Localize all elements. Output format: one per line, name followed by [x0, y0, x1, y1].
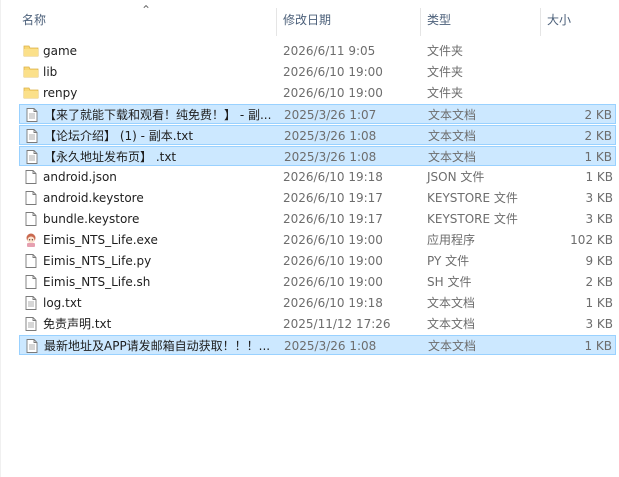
file-type: 文件夹 — [427, 44, 464, 58]
file-size: 1 KB — [585, 170, 613, 184]
file-modified-date: 2025/11/12 17:26 — [283, 317, 391, 331]
file-name: bundle.keystore — [43, 212, 140, 226]
file-modified-date: 2026/6/11 9:05 — [283, 44, 376, 58]
file-row[interactable]: android.keystore 2026/6/10 19:17 KEYSTORE … — [19, 188, 616, 208]
file-size: 3 KB — [585, 191, 613, 205]
folder-icon — [23, 64, 39, 80]
file-type: SH 文件 — [427, 275, 472, 289]
file-name: android.keystore — [43, 191, 144, 205]
file-name: 【永久地址发布页】 .txt — [44, 150, 177, 164]
file-modified-date: 2026/6/10 19:00 — [283, 275, 383, 289]
file-type: 文件夹 — [427, 65, 464, 79]
column-divider[interactable] — [276, 8, 277, 36]
text-file-icon — [23, 295, 39, 311]
file-row[interactable]: bundle.keystore 2026/6/10 19:17 KEYSTORE 文… — [19, 209, 616, 229]
folder-icon — [23, 43, 39, 59]
file-size: 1 KB — [584, 339, 612, 353]
file-name: Eimis_NTS_Life.sh — [43, 275, 151, 289]
text-file-icon — [24, 149, 40, 165]
column-header-type[interactable]: 类型 — [424, 0, 540, 38]
file-row[interactable]: 【来了就能下载和观看！纯免费！】 - 副... 2025/3/26 1:07 文本文… — [19, 104, 616, 124]
file-modified-date: 2026/6/10 19:17 — [283, 191, 383, 205]
file-modified-date: 2026/6/10 19:00 — [283, 233, 383, 247]
file-type: 文本文档 — [427, 317, 476, 331]
file-row[interactable]: lib 2026/6/10 19:00 文件夹 — [19, 62, 616, 82]
file-size: 1 KB — [584, 150, 612, 164]
column-header-name[interactable]: 名称 — [19, 0, 276, 38]
pane-left-border — [0, 0, 1, 477]
file-name: 【论坛介绍】 (1) - 副本.txt — [44, 129, 194, 143]
file-name: log.txt — [43, 296, 82, 310]
file-size: 2 KB — [585, 275, 613, 289]
column-header-size[interactable]: 大小 — [544, 0, 619, 38]
column-divider[interactable] — [540, 8, 541, 36]
file-type: 文本文档 — [428, 150, 477, 164]
file-size: 9 KB — [585, 254, 613, 268]
file-row[interactable]: game 2026/6/11 9:05 文件夹 — [19, 41, 616, 61]
file-size: 1 KB — [585, 296, 613, 310]
file-row[interactable]: 最新地址及APP请发邮箱自动获取！！！... 2025/3/26 1:08 文本文档… — [19, 335, 616, 355]
file-name: 免责声明.txt — [43, 317, 112, 331]
file-name: Eimis_NTS_Life.py — [43, 254, 152, 268]
text-file-icon — [23, 316, 39, 332]
text-file-icon — [24, 338, 40, 354]
file-type: 文本文档 — [428, 108, 477, 122]
file-modified-date: 2026/6/10 19:00 — [283, 254, 383, 268]
file-type: 文本文档 — [427, 296, 476, 310]
file-name: 【来了就能下载和观看！纯免费！】 - 副... — [44, 108, 272, 122]
file-type: JSON 文件 — [427, 170, 485, 184]
file-modified-date: 2026/6/10 19:00 — [283, 86, 383, 100]
file-icon — [23, 274, 39, 290]
file-size: 2 KB — [584, 108, 612, 122]
file-row[interactable]: 【永久地址发布页】 .txt 2025/3/26 1:08 文本文档 1 KB — [19, 146, 616, 166]
file-row[interactable]: 免责声明.txt 2025/11/12 17:26 文本文档 3 KB — [19, 314, 616, 334]
file-row[interactable]: android.json 2026/6/10 19:18 JSON 文件 1 KB — [19, 167, 616, 187]
file-type: KEYSTORE 文件 — [427, 191, 518, 205]
file-icon — [23, 253, 39, 269]
file-modified-date: 2025/3/26 1:07 — [284, 108, 377, 122]
file-size: 102 KB — [570, 233, 613, 247]
file-row[interactable]: log.txt 2026/6/10 19:18 文本文档 1 KB — [19, 293, 616, 313]
file-row[interactable]: Eimis_NTS_Life.exe 2026/6/10 19:00 应用程序 102… — [19, 230, 616, 250]
file-name: 最新地址及APP请发邮箱自动获取！！！... — [44, 339, 271, 353]
file-type: 文件夹 — [427, 86, 464, 100]
file-type: PY 文件 — [427, 254, 470, 268]
file-modified-date: 2025/3/26 1:08 — [284, 129, 377, 143]
file-modified-date: 2026/6/10 19:18 — [283, 296, 383, 310]
file-type: 文本文档 — [428, 129, 477, 143]
column-header-bar: ⌃ 名称 修改日期 类型 大小 — [0, 0, 619, 38]
file-modified-date: 2025/3/26 1:08 — [284, 339, 377, 353]
file-name: game — [43, 44, 78, 58]
file-row[interactable]: renpy 2026/6/10 19:00 文件夹 — [19, 83, 616, 103]
file-modified-date: 2026/6/10 19:00 — [283, 65, 383, 79]
file-icon — [23, 211, 39, 227]
file-name: renpy — [43, 86, 78, 100]
file-type: 文本文档 — [428, 339, 477, 353]
file-modified-date: 2026/6/10 19:17 — [283, 212, 383, 226]
app-icon — [23, 232, 39, 248]
file-size: 2 KB — [584, 129, 612, 143]
text-file-icon — [24, 107, 40, 123]
column-divider[interactable] — [420, 8, 421, 36]
file-size: 3 KB — [585, 317, 613, 331]
file-row[interactable]: Eimis_NTS_Life.sh 2026/6/10 19:00 SH 文件 2 K… — [19, 272, 616, 292]
file-row[interactable]: Eimis_NTS_Life.py 2026/6/10 19:00 PY 文件 9 K… — [19, 251, 616, 271]
file-row[interactable]: 【论坛介绍】 (1) - 副本.txt 2025/3/26 1:08 文本文档 2 K… — [19, 125, 616, 145]
file-modified-date: 2025/3/26 1:08 — [284, 150, 377, 164]
file-type: KEYSTORE 文件 — [427, 212, 518, 226]
folder-icon — [23, 85, 39, 101]
file-icon — [23, 190, 39, 206]
file-modified-date: 2026/6/10 19:18 — [283, 170, 383, 184]
file-type: 应用程序 — [427, 233, 476, 247]
file-size: 3 KB — [585, 212, 613, 226]
file-name: lib — [43, 65, 58, 79]
file-name: Eimis_NTS_Life.exe — [43, 233, 158, 247]
file-name: android.json — [43, 170, 117, 184]
column-header-date[interactable]: 修改日期 — [280, 0, 420, 38]
text-file-icon — [24, 128, 40, 144]
file-icon — [23, 169, 39, 185]
